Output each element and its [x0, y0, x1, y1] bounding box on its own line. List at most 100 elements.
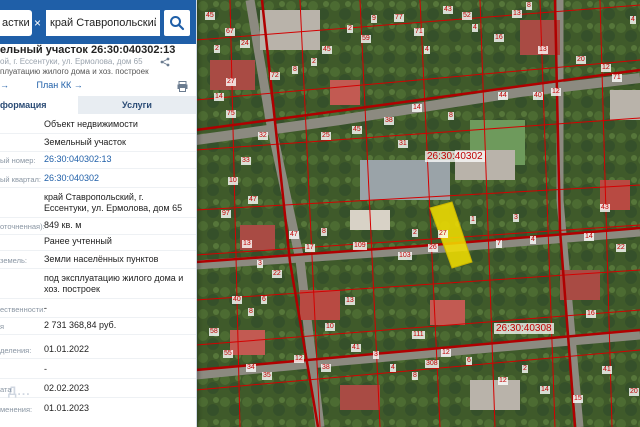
- parcel-number-label: 9: [371, 15, 377, 23]
- share-icon[interactable]: [160, 57, 170, 67]
- search-bar: астки ×: [0, 0, 196, 44]
- plan-kk-link[interactable]: План КК: [37, 80, 72, 90]
- info-row-link[interactable]: 26:30:040302: [44, 173, 99, 184]
- parcel-number-label: 12: [601, 64, 611, 72]
- print-icon[interactable]: [177, 81, 188, 92]
- search-input[interactable]: [46, 10, 160, 36]
- info-row-value: Земли населённых пунктов: [44, 254, 159, 264]
- info-row-label: менения:: [0, 405, 33, 414]
- parcel-number-label: 2: [311, 58, 317, 66]
- parcel-number-label: 2: [347, 25, 353, 33]
- search-mode-tab[interactable]: астки: [0, 10, 32, 36]
- parcel-number-label: 8: [448, 112, 454, 120]
- row-separator: [0, 217, 196, 218]
- parcel-number-label: 75: [226, 110, 236, 118]
- info-row-label: я: [0, 322, 5, 331]
- parcel-number-label: 34: [246, 364, 256, 372]
- info-row-value: край Ставропольский, г.: [44, 192, 144, 202]
- parcel-number-label: 22: [616, 244, 626, 252]
- parcel-number-label: 26: [428, 244, 438, 252]
- parcel-number-label: 72: [270, 72, 280, 80]
- parcel-number-label: 38: [321, 364, 331, 372]
- tab-services[interactable]: Услуги: [78, 96, 196, 114]
- tab-information[interactable]: формация: [0, 96, 78, 114]
- info-row-value: 01.01.2022: [44, 344, 90, 354]
- parcel-number-label: 4: [630, 16, 636, 24]
- info-row-label: ый номер:: [0, 156, 36, 165]
- row-separator: [0, 298, 196, 299]
- row-separator: [0, 133, 196, 134]
- parcel-number-label: 32: [258, 132, 268, 140]
- search-icon: [170, 16, 185, 31]
- watermark: Д...: [8, 384, 31, 398]
- parcel-number-label: 8: [412, 372, 418, 380]
- parcel-number-label: 24: [240, 40, 250, 48]
- parcel-number-label: 14: [540, 386, 550, 394]
- parcel-number-label: 22: [272, 270, 282, 278]
- info-row-value: Земельный участок: [44, 137, 126, 147]
- row-separator: [0, 187, 196, 188]
- parcel-number-label: 20: [629, 388, 639, 396]
- info-row-label: земель:: [0, 256, 27, 265]
- parcel-number-label: 71: [612, 74, 622, 82]
- info-row-value: под эксплуатацию жилого дома и: [44, 273, 184, 283]
- object-info-panel: астки × ельный участок 26:30:040302:13 о…: [0, 0, 197, 427]
- parcel-number-label: 103: [398, 252, 412, 260]
- parcel-number-label: 35: [262, 372, 272, 380]
- info-row-label: деления:: [0, 346, 32, 355]
- parcel-number-label: 6: [466, 357, 472, 365]
- quarter-label: 26:30:40302: [425, 151, 485, 162]
- parcel-number-label: 17: [305, 244, 315, 252]
- info-row-value: 01.01.2023: [44, 403, 90, 413]
- parcel-number-label: 71: [414, 28, 424, 36]
- panel-tabs: формация Услуги: [0, 96, 196, 114]
- parcel-number-label: 4: [424, 46, 430, 54]
- parcel-number-label: 44: [498, 92, 508, 100]
- parcel-number-label: 55: [223, 350, 233, 358]
- parcel-number-label: 3: [373, 351, 379, 359]
- info-row-value: Объект недвижимости: [44, 119, 138, 129]
- arrow-link[interactable]: →: [0, 80, 9, 90]
- parcel-number-label: 4: [530, 236, 536, 244]
- info-row-value: 2 731 368,84 руб.: [44, 320, 117, 330]
- info-row-value: -: [44, 303, 47, 313]
- info-row-label: ественности:: [0, 305, 46, 314]
- parcel-number-label: 12: [498, 377, 508, 385]
- parcel-number-label: 12: [294, 355, 304, 363]
- row-separator: [0, 358, 196, 359]
- object-purpose-short: плуатацию жилого дома и хоз. построек: [0, 67, 149, 76]
- parcel-number-label: 38: [384, 117, 394, 125]
- parcel-number-label: 13: [242, 240, 252, 248]
- parcel-number-label: 13: [345, 297, 355, 305]
- parcel-number-label: 40: [232, 296, 242, 304]
- parcel-number-label: 8: [248, 308, 254, 316]
- parcel-number-label: 13: [512, 10, 522, 18]
- row-separator: [0, 378, 196, 379]
- row-separator: [0, 234, 196, 235]
- parcel-number-label: 3: [257, 260, 263, 268]
- parcel-number-label: 67: [225, 28, 235, 36]
- info-row-value: 02.02.2023: [44, 383, 90, 393]
- parcel-number-label: 27: [226, 78, 236, 86]
- parcel-number-label: 40: [533, 92, 543, 100]
- parcel-number-label: 14: [214, 93, 224, 101]
- parcel-number-label: 27: [438, 230, 448, 238]
- parcel-number-label: 14: [412, 104, 422, 112]
- clear-icon[interactable]: ×: [34, 10, 44, 36]
- parcel-number-label: 4: [390, 364, 396, 372]
- parcel-number-label: 25: [321, 132, 331, 140]
- parcel-number-label: 8: [321, 228, 327, 236]
- parcel-number-label: 12: [551, 88, 561, 96]
- parcel-number-label: 33: [241, 157, 251, 165]
- plan-kk-arrow[interactable]: →: [74, 80, 83, 90]
- parcel-number-label: 1: [470, 216, 476, 224]
- info-row-link[interactable]: 26:30:040302:13: [44, 154, 112, 165]
- parcel-number-label: 10: [228, 177, 238, 185]
- parcel-number-label: 8: [526, 2, 532, 10]
- parcel-number-label: 308: [425, 360, 439, 368]
- info-row-value: хоз. построек: [44, 284, 100, 294]
- search-button[interactable]: [164, 10, 190, 36]
- parcel-number-label: 8: [292, 66, 298, 74]
- parcel-number-label: 109: [353, 242, 367, 250]
- row-separator: [0, 168, 196, 169]
